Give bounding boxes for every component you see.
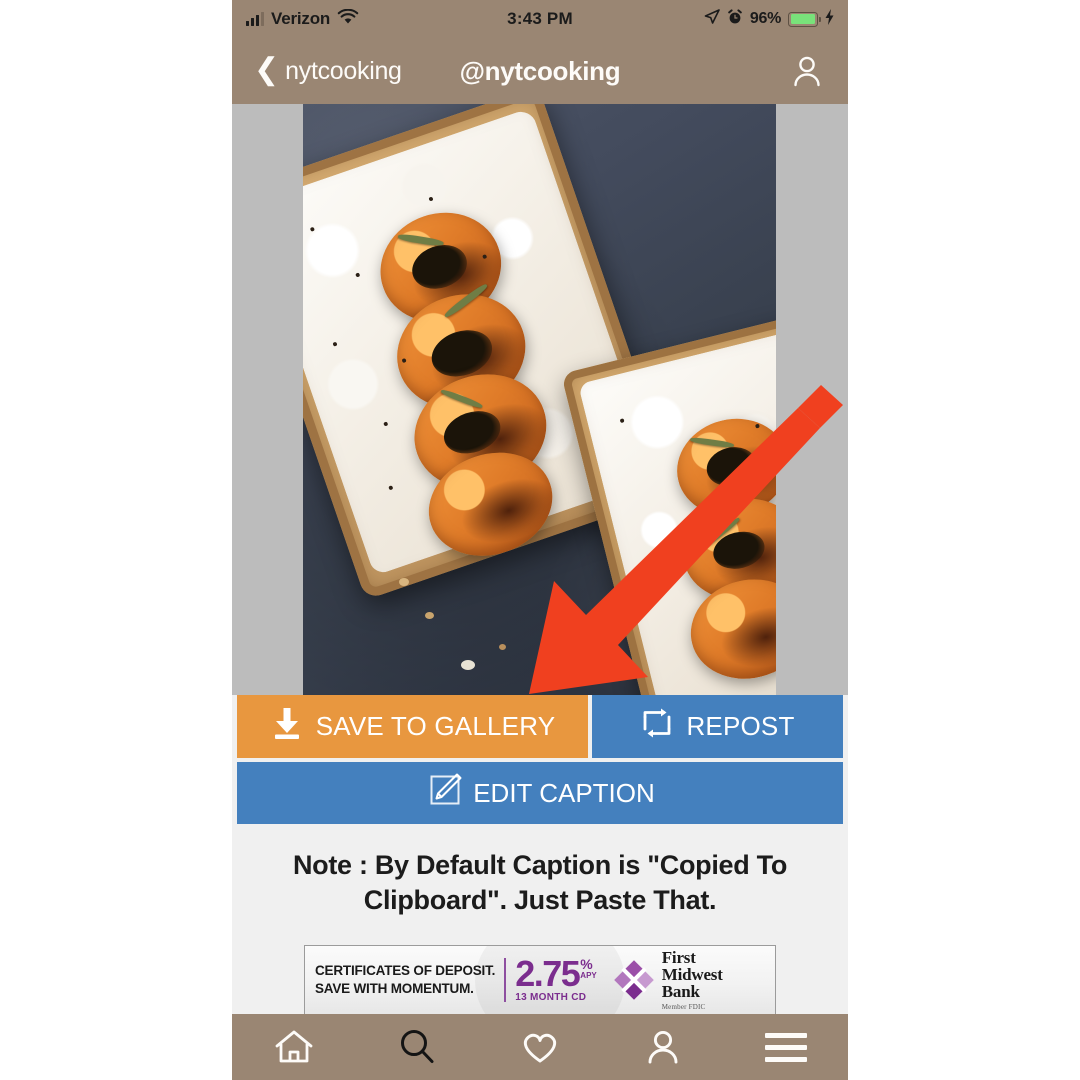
back-button-label: nytcooking bbox=[285, 56, 402, 85]
post-image-container[interactable] bbox=[232, 104, 848, 695]
cellular-signal-icon bbox=[246, 12, 264, 26]
alarm-clock-icon bbox=[727, 8, 743, 30]
heart-icon bbox=[523, 1033, 557, 1063]
ad-logo-block: First Midwest Bank Member FDIC bbox=[613, 949, 723, 1011]
repost-label: REPOST bbox=[686, 711, 795, 741]
tab-home[interactable] bbox=[248, 1014, 340, 1080]
profile-button[interactable] bbox=[788, 52, 826, 90]
tab-profile[interactable] bbox=[617, 1014, 709, 1080]
wifi-icon bbox=[337, 8, 359, 30]
battery-percent-label: 96% bbox=[749, 10, 781, 27]
ad-headline-line-1: CERTIFICATES OF DEPOSIT. bbox=[315, 962, 496, 978]
battery-icon bbox=[788, 11, 821, 27]
save-to-gallery-label: SAVE TO GALLERY bbox=[315, 711, 556, 741]
ad-bank-name-line-1: First bbox=[661, 948, 696, 968]
first-midwest-bank-diamond-logo bbox=[613, 960, 654, 1000]
tab-activity[interactable] bbox=[494, 1014, 586, 1080]
ad-rate-apy-label: APY bbox=[580, 971, 597, 981]
action-row-primary: SAVE TO GALLERY REPOST bbox=[232, 695, 848, 758]
home-icon bbox=[275, 1030, 312, 1063]
lightning-bolt-icon bbox=[825, 8, 834, 30]
ad-headline: CERTIFICATES OF DEPOSIT. SAVE WITH MOMEN… bbox=[315, 962, 495, 998]
status-bar: Verizon 3:43 PM 96% bbox=[232, 0, 848, 38]
ad-term-label: 13 MONTH CD bbox=[515, 992, 587, 1004]
save-to-gallery-button[interactable]: SAVE TO GALLERY bbox=[237, 695, 588, 758]
download-icon bbox=[270, 706, 304, 747]
location-arrow-icon bbox=[704, 8, 720, 30]
tab-search[interactable] bbox=[371, 1014, 463, 1080]
status-bar-right: 96% bbox=[704, 8, 834, 30]
action-row-secondary: EDIT CAPTION bbox=[232, 758, 848, 824]
search-icon bbox=[400, 1030, 434, 1063]
ad-fdic-label: Member FDIC bbox=[661, 1003, 706, 1012]
edit-caption-label: EDIT CAPTION bbox=[473, 777, 655, 808]
status-bar-left: Verizon bbox=[246, 8, 359, 30]
repost-icon bbox=[640, 706, 674, 747]
ad-banner[interactable]: CERTIFICATES OF DEPOSIT. SAVE WITH MOMEN… bbox=[304, 945, 776, 1016]
ad-rate-percent-symbol: % bbox=[580, 956, 593, 973]
ad-headline-line-2: SAVE WITH MOMENTUM. bbox=[315, 981, 474, 997]
clock: 3:43 PM bbox=[507, 9, 573, 28]
post-image bbox=[303, 104, 776, 695]
hamburger-menu-icon bbox=[765, 1032, 808, 1062]
ad-bank-name-line-2: Midwest bbox=[661, 965, 723, 985]
phone-screen: Verizon 3:43 PM 96% ❮ nytcooking @nytcoo… bbox=[232, 0, 848, 1080]
caption-note-line-1: Note : By Default Caption is "Copied To bbox=[292, 850, 788, 880]
tab-bar bbox=[232, 1014, 848, 1080]
tab-menu[interactable] bbox=[740, 1014, 832, 1080]
person-icon bbox=[648, 1030, 678, 1064]
chevron-left-icon: ❮ bbox=[254, 52, 280, 86]
back-button[interactable]: ❮ nytcooking bbox=[254, 52, 402, 86]
ad-rate-number: 2.75 bbox=[515, 953, 581, 995]
ad-rate: 2.75 % APY 13 MONTH CD bbox=[515, 953, 597, 1004]
carrier-label: Verizon bbox=[271, 9, 331, 28]
edit-caption-button[interactable]: EDIT CAPTION bbox=[237, 762, 843, 824]
pencil-edit-icon bbox=[425, 770, 465, 817]
ad-divider bbox=[504, 958, 507, 1003]
ad-bank-name-line-3: Bank bbox=[661, 982, 700, 1002]
person-icon bbox=[794, 56, 820, 87]
repost-button[interactable]: REPOST bbox=[592, 695, 843, 758]
caption-note-line-2: Clipboard". Just Paste That. bbox=[363, 884, 717, 915]
action-buttons: SAVE TO GALLERY REPOST EDIT CAPTION bbox=[232, 695, 848, 824]
caption-note: Note : By Default Caption is "Copied To … bbox=[232, 824, 848, 936]
nav-bar: ❮ nytcooking @nytcooking bbox=[232, 38, 848, 104]
